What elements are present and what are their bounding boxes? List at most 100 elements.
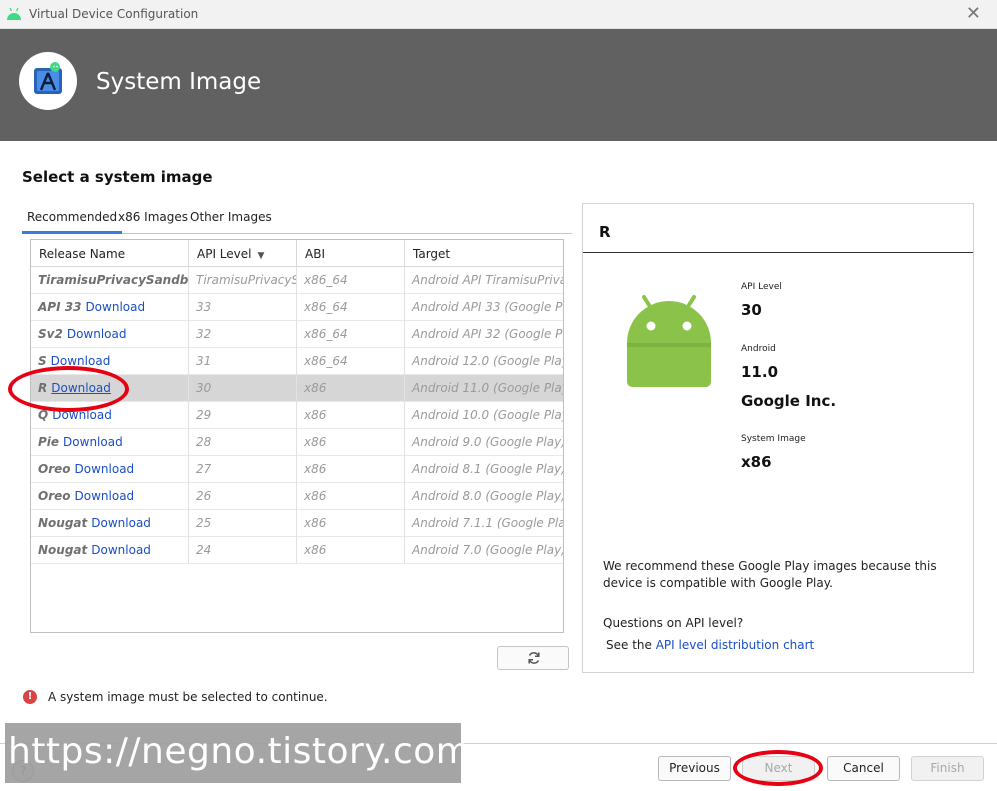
- details-title: R: [599, 223, 611, 241]
- release-name-cell: S Download: [31, 348, 189, 375]
- release-name-cell: Sv2 Download: [31, 321, 189, 348]
- target-cell: Android API 33 (Google Play): [412, 300, 563, 314]
- close-icon[interactable]: ✕: [966, 4, 981, 24]
- table-row[interactable]: Q Download 29 x86 Android 10.0 (Google Pl…: [31, 402, 563, 429]
- target-cell: Android 9.0 (Google Play): [412, 435, 563, 449]
- download-link[interactable]: Download: [52, 408, 112, 422]
- android-version-label: Android: [741, 344, 776, 354]
- target-cell: Android API 32 (Google Play): [412, 327, 563, 341]
- android-icon: [627, 295, 711, 387]
- release-name-cell: Oreo Download: [31, 483, 189, 510]
- download-link[interactable]: Download: [91, 543, 151, 557]
- target-cell: Android 11.0 (Google Play): [412, 381, 563, 395]
- target-cell: Android 7.1.1 (Google Play): [412, 516, 563, 530]
- table-row[interactable]: S Download 31 x86_64 Android 12.0 (Google…: [31, 348, 563, 375]
- target-cell: Android API TiramisuPrivacySandbox: [412, 273, 563, 287]
- window-titlebar: Virtual Device Configuration ✕: [0, 0, 997, 29]
- android-head-icon: [7, 7, 21, 20]
- finish-button[interactable]: Finish: [911, 756, 984, 781]
- header-banner: System Image: [0, 29, 997, 141]
- release-name-cell: Q Download: [31, 402, 189, 429]
- table-row[interactable]: Oreo Download 27 x86 Android 8.1 (Google …: [31, 456, 563, 483]
- table-row[interactable]: Pie Download 28 x86 Android 9.0 (Google P…: [31, 429, 563, 456]
- download-link[interactable]: Download: [51, 354, 111, 368]
- table-row[interactable]: Sv2 Download 32 x86_64 Android API 32 (Go…: [31, 321, 563, 348]
- api-level-question: Questions on API level?: [603, 616, 744, 630]
- abi-cell: x86: [297, 402, 405, 429]
- abi-cell: x86_64: [297, 348, 405, 375]
- api-level-cell: 27: [189, 456, 297, 483]
- tab-recommended[interactable]: Recommended: [22, 208, 123, 234]
- api-level-distribution-link[interactable]: API level distribution chart: [656, 638, 815, 652]
- abi-cell: x86: [297, 537, 405, 564]
- release-name-cell: API 33 Download: [31, 294, 189, 321]
- table-row[interactable]: API 33 Download 33 x86_64 Android API 33 …: [31, 294, 563, 321]
- download-link[interactable]: Download: [51, 381, 111, 395]
- release-name-cell: R Download: [31, 375, 189, 402]
- api-level-cell: 33: [189, 294, 297, 321]
- download-link[interactable]: Download: [85, 300, 145, 314]
- vendor-name: Google Inc.: [741, 392, 837, 410]
- tab-other-images[interactable]: Other Images: [185, 208, 277, 234]
- download-link[interactable]: Download: [67, 327, 127, 341]
- release-name-cell: Nougat Download: [31, 537, 189, 564]
- android-studio-logo-icon: [19, 52, 77, 110]
- table-row-selected[interactable]: R Download 30 x86 Android 11.0 (Google Pl…: [31, 375, 563, 402]
- api-level-cell: 24: [189, 537, 297, 564]
- sort-descending-icon: ▼: [257, 251, 265, 261]
- target-cell: Android 12.0 (Google Play): [412, 354, 563, 368]
- table-row[interactable]: Oreo Download 26 x86 Android 8.0 (Google …: [31, 483, 563, 510]
- table-row[interactable]: Nougat Download 25 x86 Android 7.1.1 (Goo…: [31, 510, 563, 537]
- abi-cell: x86: [297, 429, 405, 456]
- abi-cell: x86: [297, 375, 405, 402]
- error-icon: !: [23, 690, 37, 704]
- system-image-label: System Image: [741, 434, 806, 444]
- api-level-help-line: See the API level distribution chart: [606, 638, 815, 652]
- api-level-cell: 28: [189, 429, 297, 456]
- abi-cell: x86_64: [297, 321, 405, 348]
- previous-button[interactable]: Previous: [658, 756, 731, 781]
- api-level-cell: TiramisuPrivacySan: [189, 267, 297, 294]
- table-row[interactable]: TiramisuPrivacySandbox TiramisuPrivacySa…: [31, 267, 563, 294]
- abi-cell: x86: [297, 456, 405, 483]
- column-header-abi[interactable]: ABI: [297, 240, 405, 267]
- next-button[interactable]: Next: [742, 756, 815, 781]
- download-link[interactable]: Download: [63, 435, 123, 449]
- system-image-value: x86: [741, 453, 772, 471]
- tab-x86-images[interactable]: x86 Images: [113, 208, 193, 234]
- release-name-cell: Oreo Download: [31, 456, 189, 483]
- blog-watermark: https://negno.tistory.com: [5, 723, 471, 783]
- api-level-cell: 30: [189, 375, 297, 402]
- refresh-icon: [528, 652, 540, 664]
- abi-cell: x86: [297, 510, 405, 537]
- abi-cell: x86: [297, 483, 405, 510]
- refresh-button[interactable]: [497, 646, 569, 670]
- section-title: Select a system image: [22, 168, 213, 186]
- target-cell: Android 8.0 (Google Play): [412, 489, 563, 503]
- release-name-cell: TiramisuPrivacySandbox: [31, 267, 189, 294]
- download-link[interactable]: Download: [91, 516, 151, 530]
- cancel-button[interactable]: Cancel: [827, 756, 900, 781]
- api-level-label: API Level: [741, 282, 782, 292]
- target-cell: Android 10.0 (Google Play): [412, 408, 563, 422]
- target-cell: Android 7.0 (Google Play): [412, 543, 563, 557]
- error-text: A system image must be selected to conti…: [48, 690, 328, 704]
- api-level-cell: 31: [189, 348, 297, 375]
- image-details-panel: R API Level 30 Android 11.0 Google Inc. …: [582, 203, 974, 673]
- api-level-cell: 26: [189, 483, 297, 510]
- api-level-cell: 32: [189, 321, 297, 348]
- column-header-target[interactable]: Target: [405, 240, 563, 267]
- page-heading: System Image: [96, 69, 262, 95]
- download-link[interactable]: Download: [75, 489, 135, 503]
- android-version-value: 11.0: [741, 363, 779, 381]
- table-header: Release Name API Level ▼ ABI Target: [31, 240, 563, 267]
- window-title: Virtual Device Configuration: [29, 7, 199, 21]
- column-header-api-level[interactable]: API Level ▼: [189, 240, 297, 267]
- table-row[interactable]: Nougat Download 24 x86 Android 7.0 (Googl…: [31, 537, 563, 564]
- download-link[interactable]: Download: [75, 462, 135, 476]
- column-header-release-name[interactable]: Release Name: [31, 240, 189, 267]
- target-cell: Android 8.1 (Google Play): [412, 462, 563, 476]
- release-name-cell: Pie Download: [31, 429, 189, 456]
- api-level-cell: 25: [189, 510, 297, 537]
- api-level-value: 30: [741, 301, 762, 319]
